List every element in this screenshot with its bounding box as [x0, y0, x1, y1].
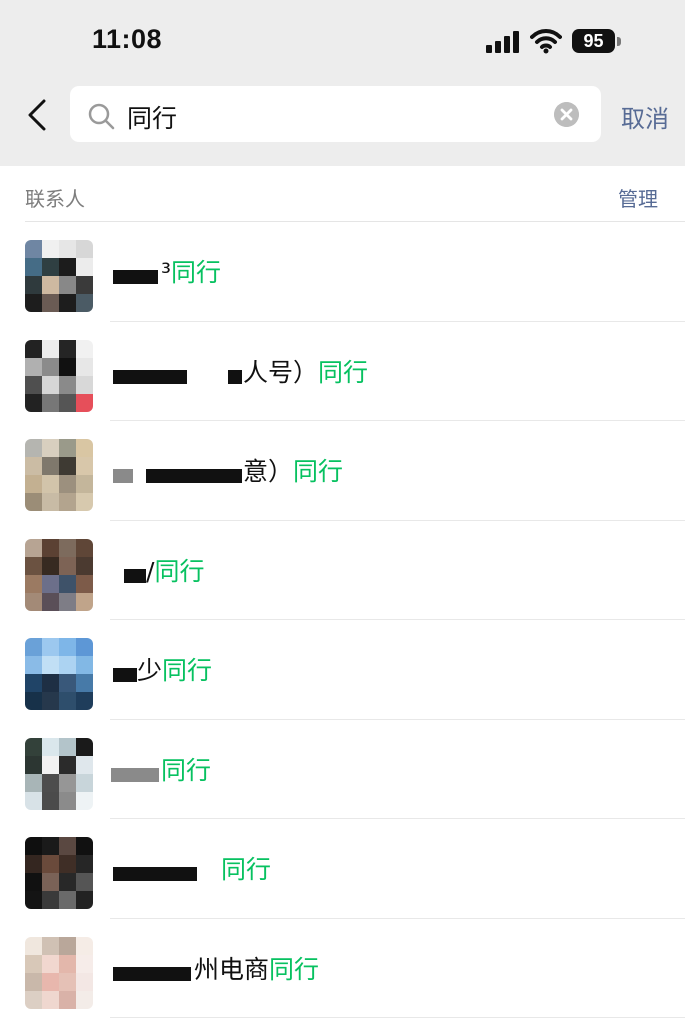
contact-name: 少同行 [137, 656, 213, 685]
battery-tip-icon [617, 37, 621, 46]
contact-row[interactable]: /同行 [0, 520, 685, 620]
manage-button[interactable]: 管理 [618, 183, 658, 212]
contact-row[interactable]: 州电商同行 [0, 918, 685, 1018]
contact-name: 意）同行 [243, 457, 344, 486]
contact-name: 同行 [221, 855, 272, 884]
avatar [25, 837, 93, 909]
avatar [25, 638, 93, 710]
contact-name: /同行 [146, 556, 205, 586]
contact-row[interactable]: 同行 [0, 819, 685, 919]
contact-row[interactable]: 同行 [0, 719, 685, 819]
contact-divider [110, 1017, 685, 1018]
masked-name-block [113, 369, 187, 384]
avatar [25, 339, 93, 412]
back-icon[interactable] [22, 98, 52, 132]
avatar [25, 936, 93, 1009]
clear-search-icon[interactable] [554, 102, 579, 127]
contact-list: ³同行 人号）同行 意）同行 /同行 少同行 同行 同行 州电商同行 [0, 222, 685, 1024]
contact-name: 人号）同行 [243, 357, 369, 387]
search-query[interactable]: 同行 [127, 99, 177, 135]
contact-name: 州电商同行 [194, 954, 320, 984]
section-title: 联系人 [25, 187, 85, 211]
wifi-icon [530, 29, 562, 54]
masked-name-block [146, 469, 242, 483]
avatar [25, 538, 93, 611]
contact-row[interactable]: 人号）同行 [0, 321, 685, 421]
avatar [25, 240, 93, 312]
avatar [25, 439, 93, 511]
cancel-button[interactable]: 取消 [621, 99, 669, 134]
contact-row[interactable]: 意）同行 [0, 421, 685, 521]
status-bar: 11:08 95 [0, 0, 685, 84]
contacts-section-header: 联系人 管理 [0, 166, 685, 222]
status-time: 11:08 [92, 24, 163, 54]
contact-name: ³同行 [161, 258, 222, 287]
contact-row[interactable]: ³同行 [0, 222, 685, 322]
search-icon [88, 103, 115, 130]
masked-name-block [124, 568, 146, 583]
battery-level: 95 [572, 29, 615, 53]
masked-name-block [113, 966, 191, 981]
masked-name-block [113, 270, 158, 284]
masked-name-block [228, 369, 242, 384]
search-bar: 同行 取消 [0, 84, 685, 166]
contact-row[interactable]: 少同行 [0, 620, 685, 720]
masked-name-block [111, 767, 159, 782]
masked-name-block [113, 469, 133, 483]
masked-name-block [113, 668, 137, 682]
cellular-signal-icon [486, 31, 520, 53]
avatar [25, 737, 93, 810]
masked-name-block [113, 867, 197, 881]
contact-name: 同行 [161, 755, 212, 785]
search-input[interactable]: 同行 [70, 86, 601, 142]
